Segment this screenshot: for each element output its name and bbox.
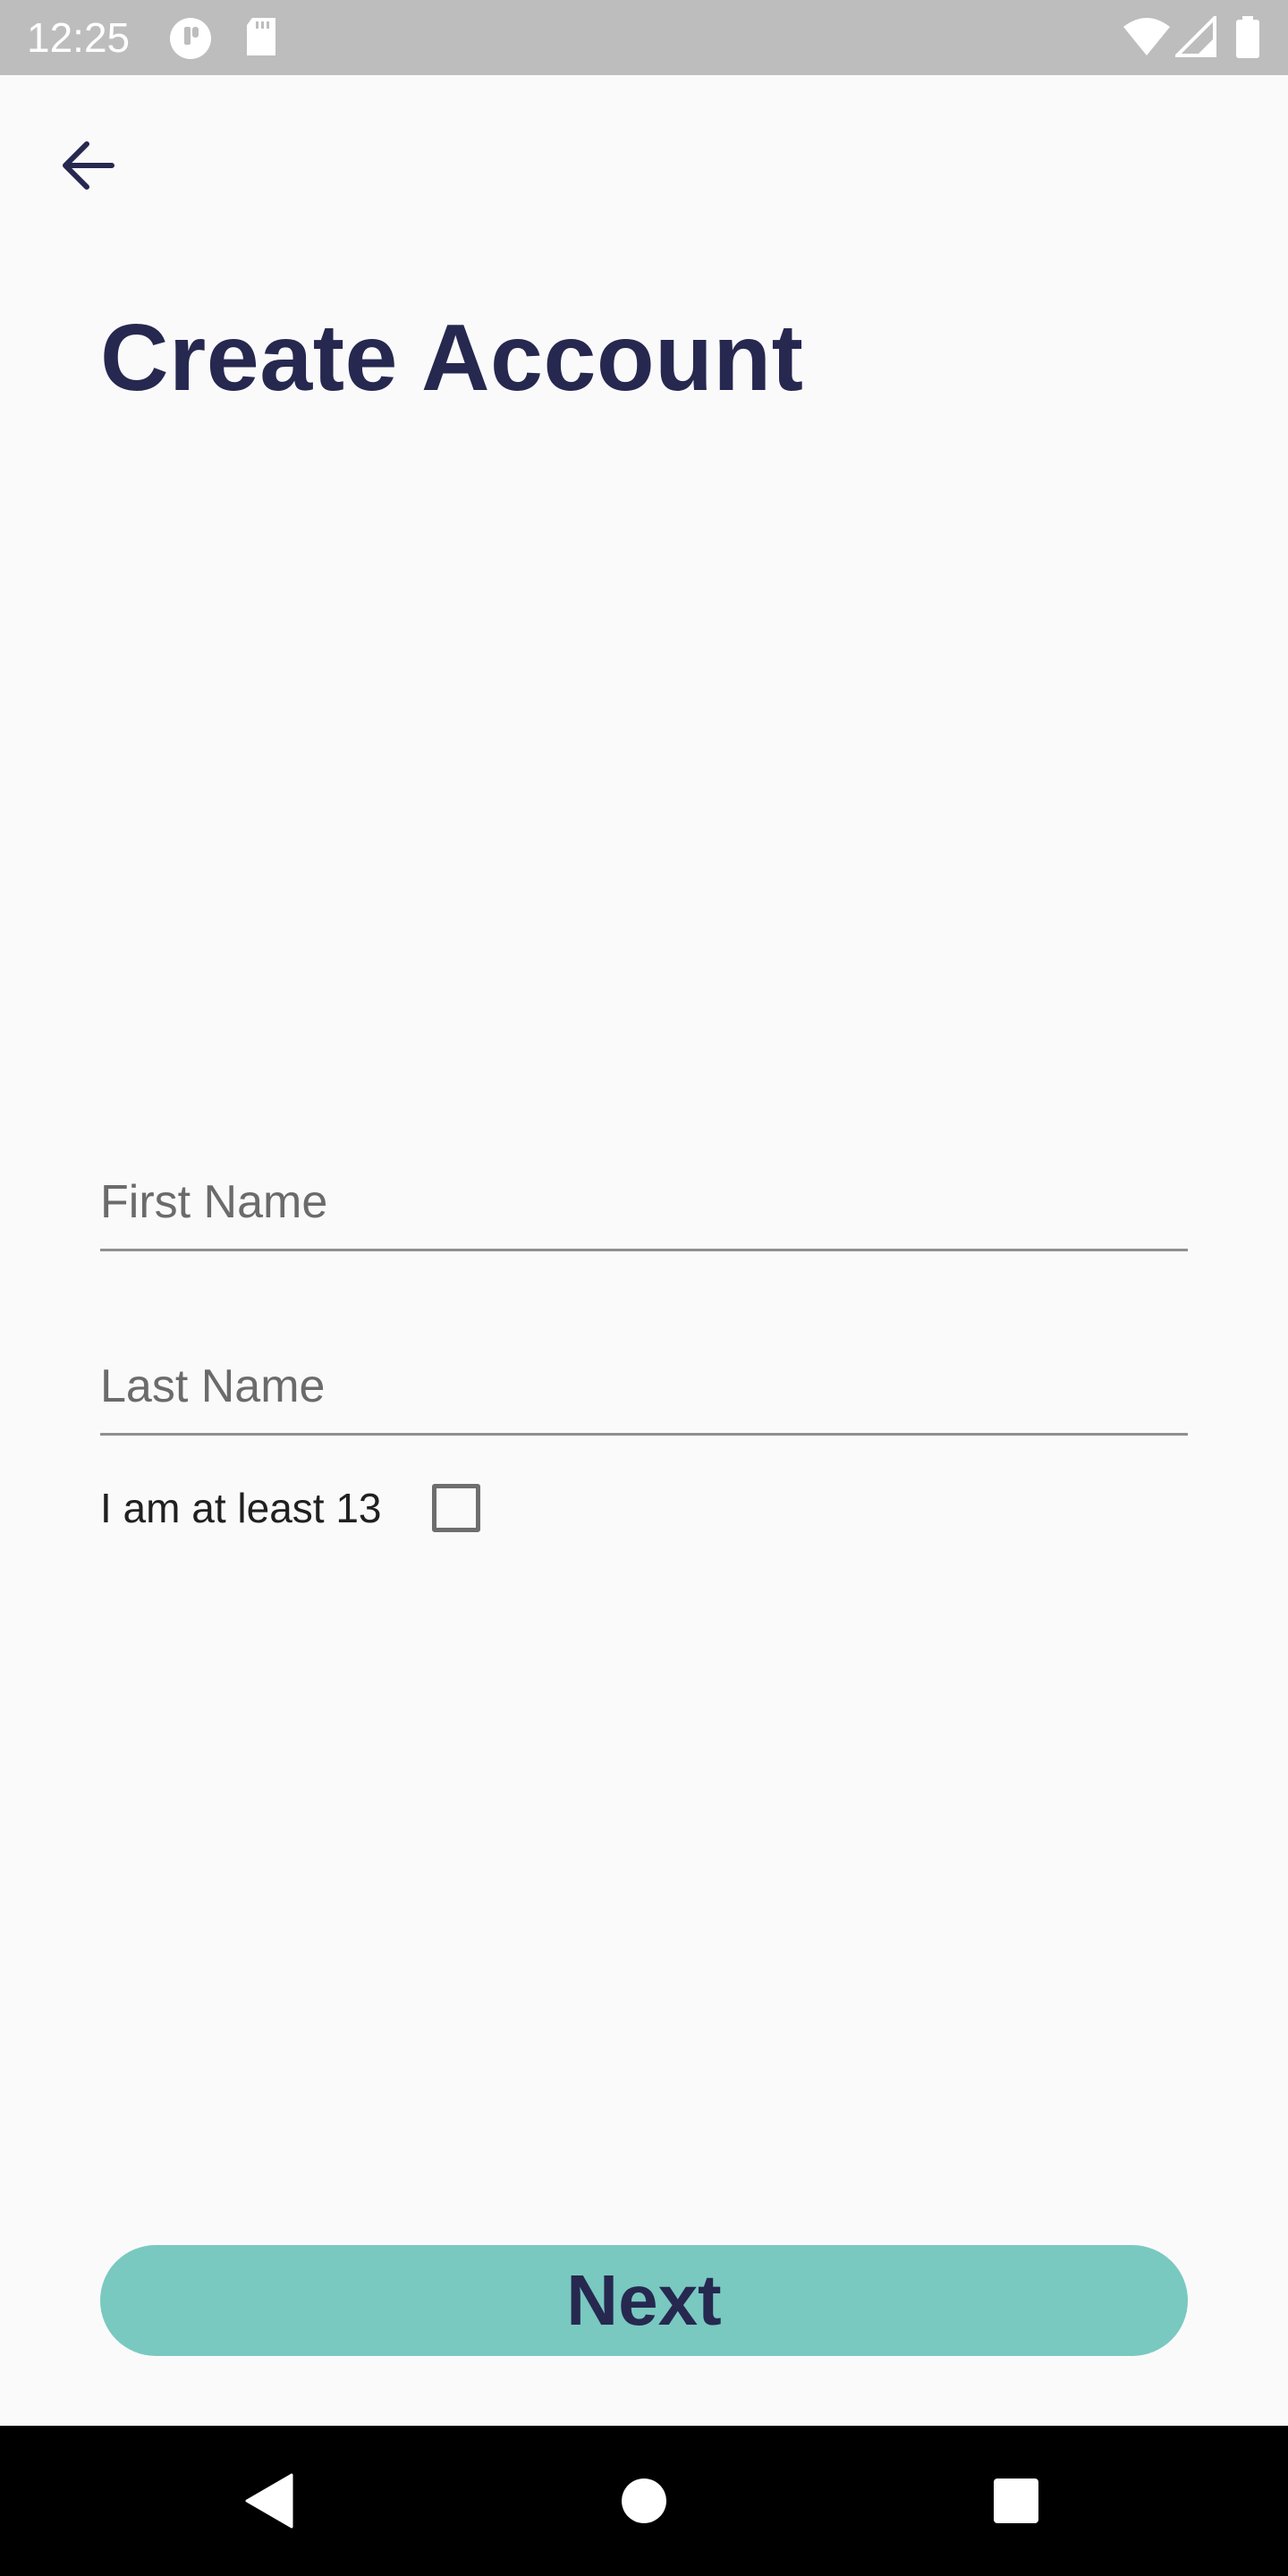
status-time: 12:25 bbox=[27, 14, 131, 61]
nav-recents-button[interactable] bbox=[945, 2426, 1088, 2576]
last-name-input[interactable] bbox=[100, 1360, 1188, 1413]
first-name-field bbox=[100, 1132, 1188, 1251]
page-title: Create Account bbox=[100, 305, 804, 411]
screen: 12:25 Create Account First Name Last Nam… bbox=[0, 0, 1288, 2576]
first-name-input[interactable] bbox=[100, 1175, 1188, 1229]
home-circle-icon bbox=[622, 2479, 666, 2523]
navigation-bar bbox=[0, 2426, 1288, 2576]
sd-card-icon bbox=[243, 16, 279, 62]
next-button[interactable]: Next bbox=[100, 2245, 1188, 2356]
recents-square-icon bbox=[994, 2479, 1038, 2523]
arrow-back-icon bbox=[63, 141, 114, 190]
back-triangle-icon bbox=[245, 2473, 293, 2529]
nav-home-button[interactable] bbox=[572, 2426, 716, 2576]
nav-back-button[interactable] bbox=[197, 2426, 340, 2576]
signal-icon bbox=[1173, 13, 1216, 62]
status-bar: 12:25 bbox=[0, 0, 1288, 75]
age-confirmation-row: I am at least 13 bbox=[100, 1472, 480, 1544]
last-name-field bbox=[100, 1317, 1188, 1436]
battery-icon bbox=[1234, 16, 1261, 64]
back-button[interactable] bbox=[48, 125, 129, 206]
age-checkbox[interactable] bbox=[431, 1484, 480, 1532]
notification-icon bbox=[168, 16, 213, 65]
age-checkbox-label: I am at least 13 bbox=[100, 1485, 382, 1531]
wifi-icon bbox=[1122, 16, 1172, 62]
